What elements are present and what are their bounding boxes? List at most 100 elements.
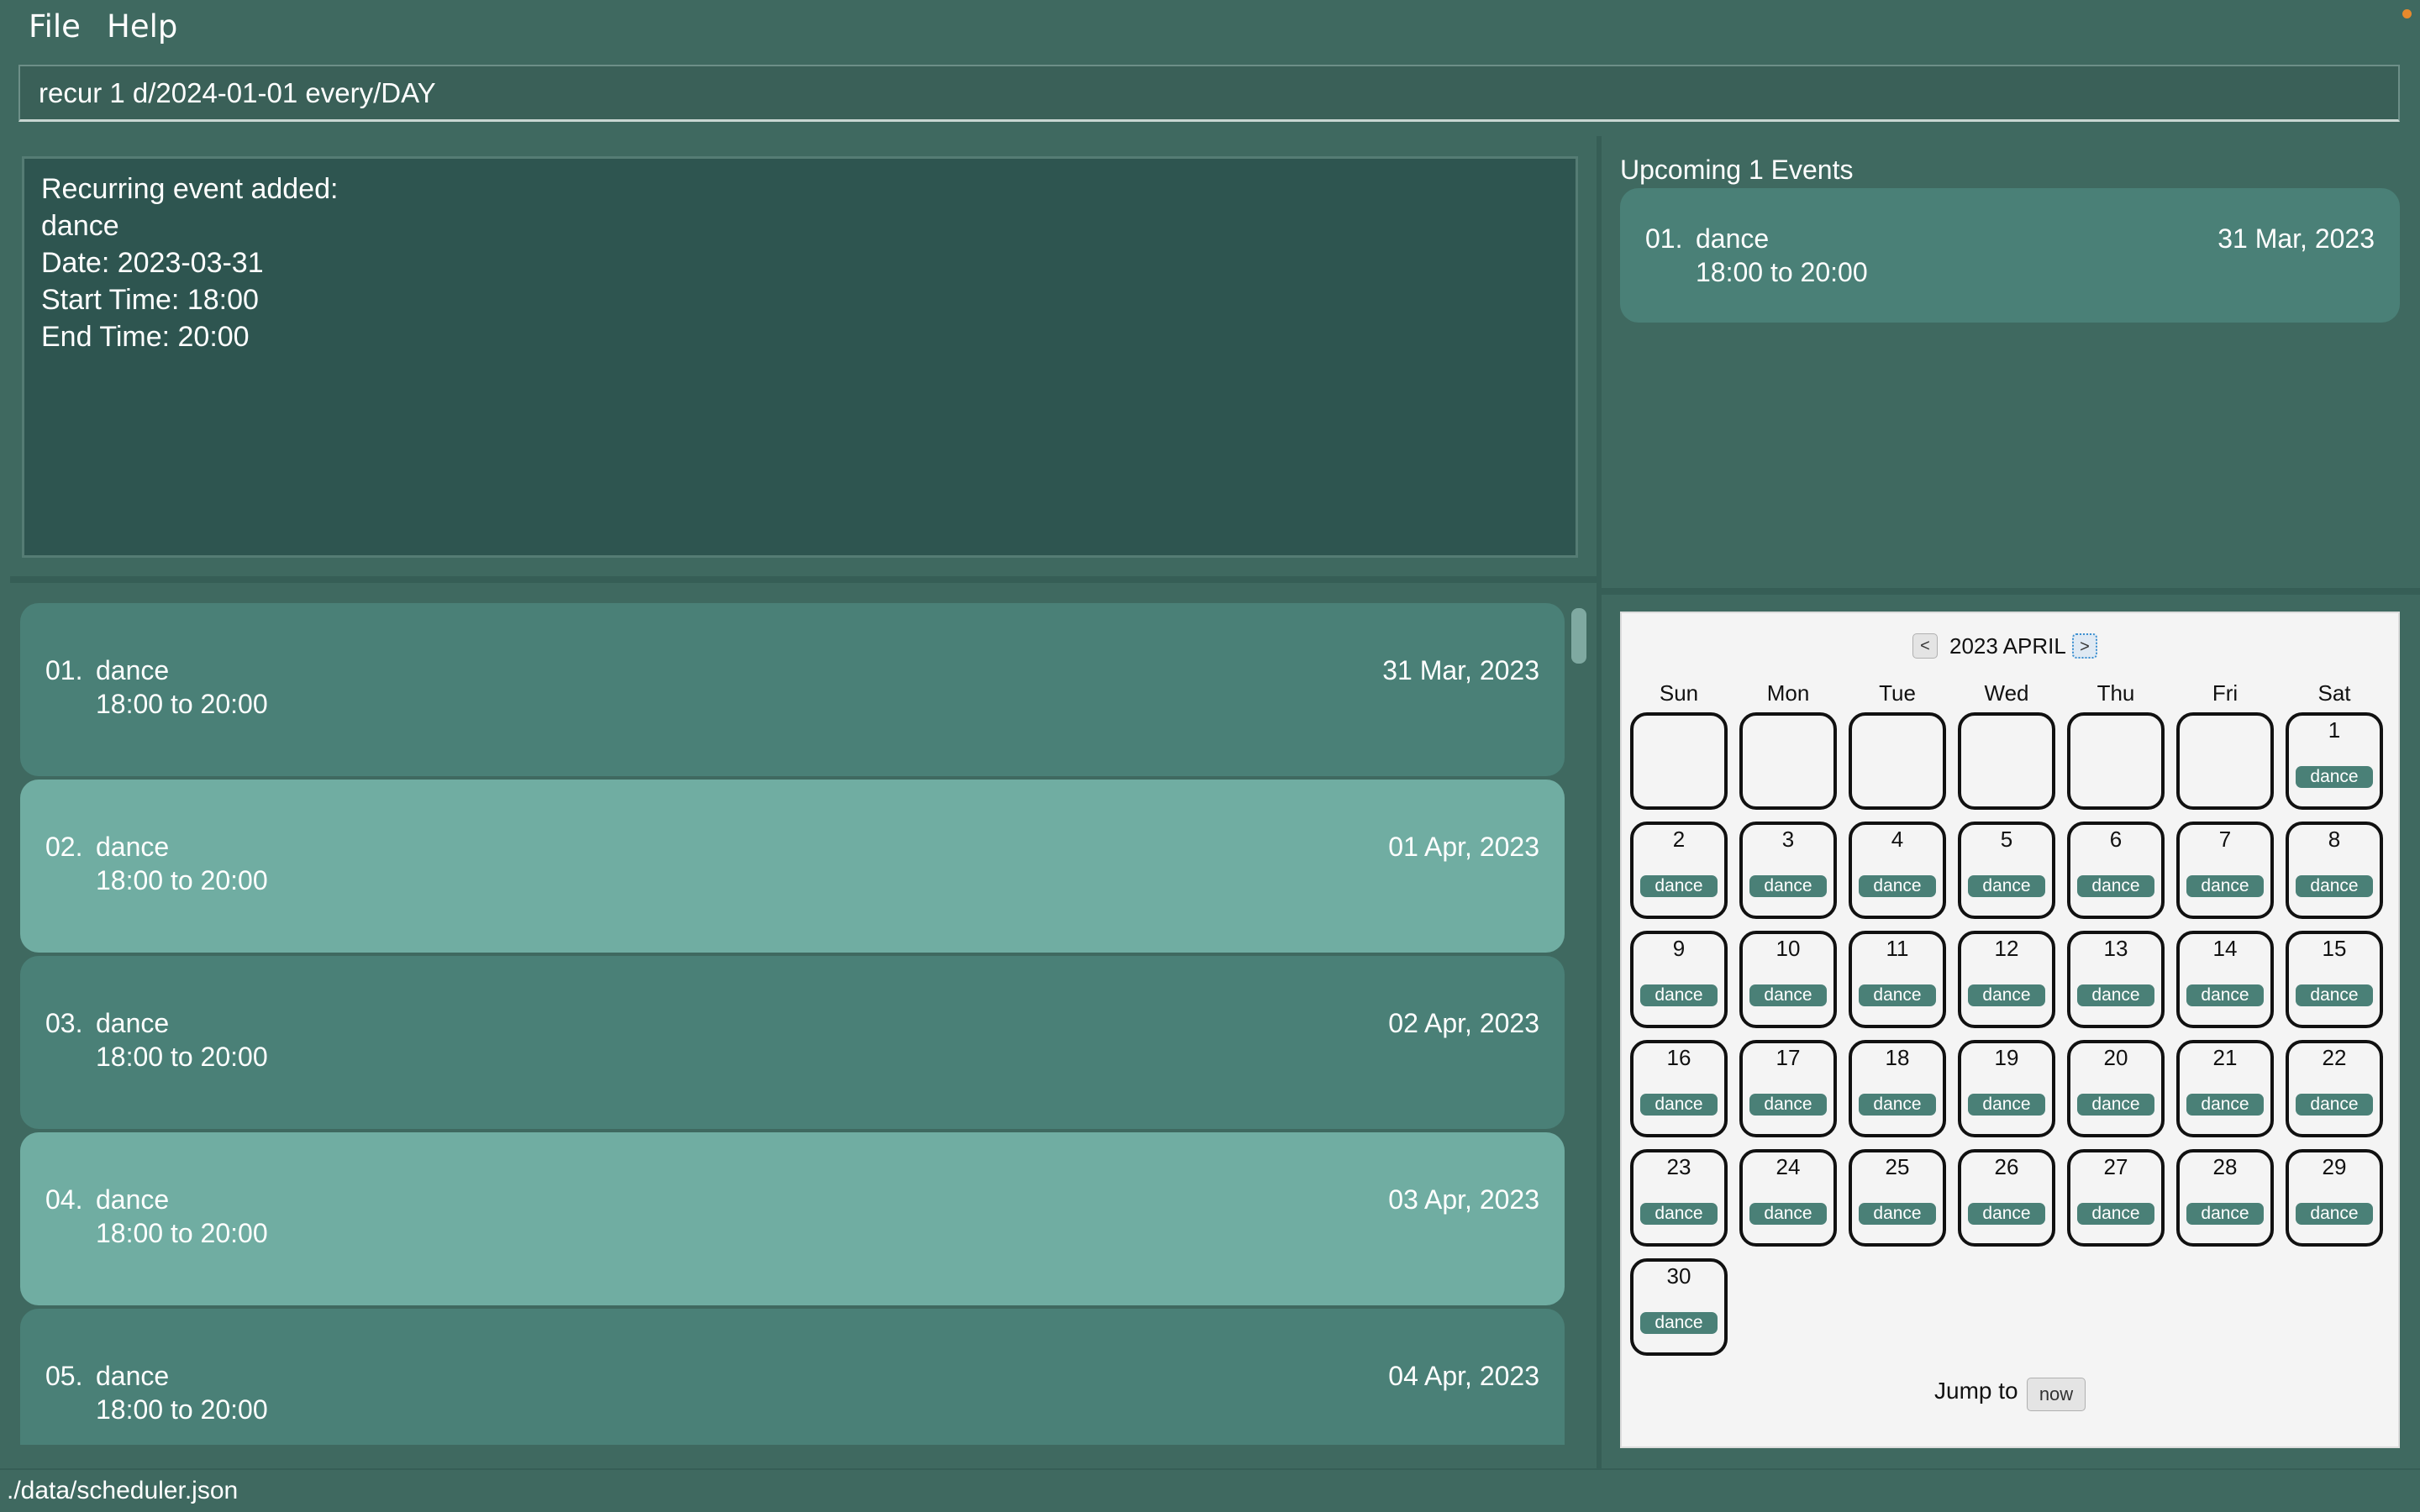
event-list: 05. dance 18:00 to 20:00 04 Apr, 2023 04. dan… bbox=[10, 588, 1597, 1445]
calendar-event-tag[interactable]: dance bbox=[2296, 1094, 2373, 1116]
calendar-empty-cell[interactable] bbox=[1630, 712, 1728, 810]
calendar-day-cell[interactable]: 17 dance bbox=[1739, 1040, 1837, 1137]
calendar-event-tag[interactable]: dance bbox=[1859, 1203, 1936, 1225]
calendar-day-cell[interactable]: 27 dance bbox=[2067, 1149, 2165, 1247]
calendar-day-cell[interactable]: 16 dance bbox=[1630, 1040, 1728, 1137]
calendar-event-tag[interactable]: dance bbox=[2296, 1203, 2373, 1225]
upcoming-title: Upcoming 1 Events bbox=[1620, 155, 1854, 185]
calendar-empty-cell[interactable] bbox=[1849, 712, 1946, 810]
calendar-prev-button[interactable]: < bbox=[1912, 633, 1938, 659]
calendar-event-tag[interactable]: dance bbox=[2186, 984, 2264, 1006]
upcoming-event-card[interactable]: 01. dance 18:00 to 20:00 31 Mar, 2023 bbox=[1620, 188, 2400, 323]
event-list-scrollbar[interactable] bbox=[1571, 608, 1586, 664]
calendar-day-number: 30 bbox=[1666, 1263, 1691, 1289]
calendar-day-cell[interactable]: 10 dance bbox=[1739, 931, 1837, 1028]
calendar-day-number: 22 bbox=[2322, 1045, 2347, 1070]
calendar-event-tag[interactable]: dance bbox=[2077, 1203, 2154, 1225]
calendar-event-tag[interactable]: dance bbox=[1859, 1094, 1936, 1116]
calendar-day-cell[interactable]: 8 dance bbox=[2286, 822, 2383, 919]
calendar-day-cell[interactable]: 19 dance bbox=[1958, 1040, 2055, 1137]
calendar-day-cell[interactable]: 13 dance bbox=[2067, 931, 2165, 1028]
calendar-day-number: 14 bbox=[2212, 936, 2238, 961]
calendar-day-cell[interactable]: 11 dance bbox=[1849, 931, 1946, 1028]
calendar-day-cell[interactable]: 23 dance bbox=[1630, 1149, 1728, 1247]
calendar-event-tag[interactable]: dance bbox=[1749, 1094, 1827, 1116]
calendar-event-tag[interactable]: dance bbox=[1968, 1094, 2045, 1116]
calendar-day-cell[interactable]: 6 dance bbox=[2067, 822, 2165, 919]
calendar-event-tag[interactable]: dance bbox=[1749, 1203, 1827, 1225]
calendar-day-cell[interactable]: 20 dance bbox=[2067, 1040, 2165, 1137]
command-input[interactable]: recur 1 d/2024-01-01 every/DAY bbox=[18, 65, 2400, 122]
calendar-empty-cell[interactable] bbox=[2067, 712, 2165, 810]
calendar-empty-cell[interactable] bbox=[1739, 712, 1837, 810]
calendar-event-tag[interactable]: dance bbox=[2186, 1203, 2264, 1225]
calendar-event-tag[interactable]: dance bbox=[1859, 875, 1936, 897]
calendar-event-tag[interactable]: dance bbox=[1968, 875, 2045, 897]
split-divider-right[interactable] bbox=[1602, 588, 2420, 595]
calendar-next-button[interactable]: > bbox=[2072, 633, 2097, 659]
calendar-event-tag[interactable]: dance bbox=[2186, 875, 2264, 897]
calendar-event-tag[interactable]: dance bbox=[1640, 1094, 1718, 1116]
event-card[interactable]: 04. dance 18:00 to 20:00 03 Apr, 2023 bbox=[20, 1132, 1565, 1305]
calendar-event-tag[interactable]: dance bbox=[1640, 1312, 1718, 1334]
calendar-day-cell[interactable]: 3 dance bbox=[1739, 822, 1837, 919]
calendar-event-tag[interactable]: dance bbox=[1968, 1203, 2045, 1225]
calendar-day-cell[interactable]: 14 dance bbox=[2176, 931, 2274, 1028]
calendar-event-tag[interactable]: dance bbox=[2296, 875, 2373, 897]
status-bar: ./data/scheduler.json bbox=[0, 1468, 2420, 1512]
menu-file[interactable]: File bbox=[29, 8, 81, 45]
calendar-day-cell[interactable]: 5 dance bbox=[1958, 822, 2055, 919]
calendar-event-tag[interactable]: dance bbox=[2077, 1094, 2154, 1116]
calendar-day-cell[interactable]: 21 dance bbox=[2176, 1040, 2274, 1137]
calendar-day-cell[interactable]: 2 dance bbox=[1630, 822, 1728, 919]
calendar-event-tag[interactable]: dance bbox=[1640, 1203, 1718, 1225]
calendar-day-number: 3 bbox=[1781, 827, 1795, 852]
calendar-event-tag[interactable]: dance bbox=[2296, 984, 2373, 1006]
jump-now-button[interactable]: now bbox=[2027, 1378, 2086, 1411]
calendar-day-number: 2 bbox=[1672, 827, 1686, 852]
event-time: 18:00 to 20:00 bbox=[96, 865, 268, 895]
calendar-empty-cell[interactable] bbox=[2176, 712, 2274, 810]
weekday-header: Thu bbox=[2096, 680, 2135, 706]
calendar-day-cell[interactable]: 29 dance bbox=[2286, 1149, 2383, 1247]
calendar-event-tag[interactable]: dance bbox=[2077, 875, 2154, 897]
calendar-event-tag[interactable]: dance bbox=[1749, 875, 1827, 897]
calendar-day-cell[interactable]: 24 dance bbox=[1739, 1149, 1837, 1247]
event-date: 01 Apr, 2023 bbox=[1388, 832, 1539, 862]
result-display[interactable]: Recurring event added: dance Date: 2023-03… bbox=[22, 156, 1578, 558]
calendar-event-tag[interactable]: dance bbox=[2296, 766, 2373, 788]
calendar-event-tag[interactable]: dance bbox=[2186, 1094, 2264, 1116]
calendar-event-tag[interactable]: dance bbox=[1640, 984, 1718, 1006]
event-index: 03. bbox=[45, 1008, 83, 1038]
calendar-day-cell[interactable]: 25 dance bbox=[1849, 1149, 1946, 1247]
calendar-day-cell[interactable]: 30 dance bbox=[1630, 1258, 1728, 1356]
calendar-day-cell[interactable]: 4 dance bbox=[1849, 822, 1946, 919]
calendar-event-tag[interactable]: dance bbox=[1640, 875, 1718, 897]
calendar-panel: < 2023 APRIL > Jump to now Sun Mon Tue Wed T… bbox=[1620, 612, 2400, 1448]
calendar-event-tag[interactable]: dance bbox=[1859, 984, 1936, 1006]
calendar-day-number: 29 bbox=[2322, 1154, 2347, 1179]
calendar-day-cell[interactable]: 1 dance bbox=[2286, 712, 2383, 810]
calendar-event-tag[interactable]: dance bbox=[1749, 984, 1827, 1006]
calendar-day-cell[interactable]: 18 dance bbox=[1849, 1040, 1946, 1137]
split-divider-left[interactable] bbox=[10, 576, 1597, 583]
calendar-day-cell[interactable]: 7 dance bbox=[2176, 822, 2274, 919]
split-divider-vertical[interactable] bbox=[1597, 136, 1602, 1468]
event-card[interactable]: 02. dance 18:00 to 20:00 01 Apr, 2023 bbox=[20, 780, 1565, 953]
calendar-event-tag[interactable]: dance bbox=[2077, 984, 2154, 1006]
calendar-empty-cell[interactable] bbox=[1958, 712, 2055, 810]
weekday-header: Tue bbox=[1879, 680, 1916, 706]
menu-help[interactable]: Help bbox=[107, 8, 177, 45]
event-card[interactable]: 05. dance 18:00 to 20:00 04 Apr, 2023 bbox=[20, 1309, 1565, 1445]
event-card[interactable]: 01. dance 18:00 to 20:00 31 Mar, 2023 bbox=[20, 603, 1565, 776]
calendar-day-cell[interactable]: 28 dance bbox=[2176, 1149, 2274, 1247]
calendar-day-cell[interactable]: 12 dance bbox=[1958, 931, 2055, 1028]
event-index: 04. bbox=[45, 1184, 83, 1215]
calendar-event-tag[interactable]: dance bbox=[1968, 984, 2045, 1006]
calendar-day-cell[interactable]: 15 dance bbox=[2286, 931, 2383, 1028]
command-bar: recur 1 d/2024-01-01 every/DAY bbox=[0, 55, 2420, 136]
event-card[interactable]: 03. dance 18:00 to 20:00 02 Apr, 2023 bbox=[20, 956, 1565, 1129]
calendar-day-cell[interactable]: 9 dance bbox=[1630, 931, 1728, 1028]
calendar-day-cell[interactable]: 26 dance bbox=[1958, 1149, 2055, 1247]
calendar-day-cell[interactable]: 22 dance bbox=[2286, 1040, 2383, 1137]
